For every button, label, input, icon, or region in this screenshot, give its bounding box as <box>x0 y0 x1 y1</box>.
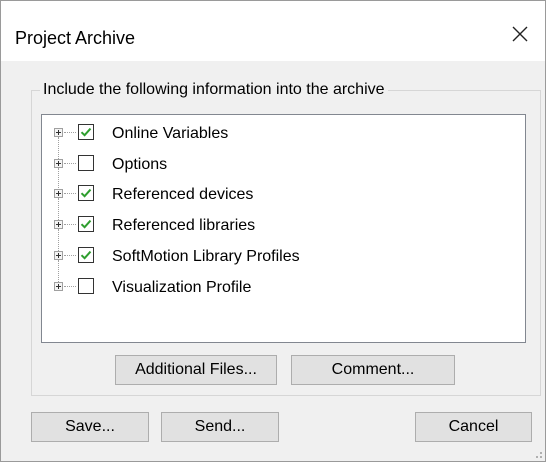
cancel-button[interactable]: Cancel <box>415 412 532 442</box>
expand-icon[interactable] <box>54 128 63 137</box>
save-button[interactable]: Save... <box>31 412 149 442</box>
archive-contents-group: Include the following information into t… <box>31 81 541 396</box>
checkbox-visualization-profile[interactable] <box>78 278 94 294</box>
tree-item-label: Online Variables <box>112 125 229 142</box>
additional-files-button[interactable]: Additional Files... <box>115 355 277 385</box>
expand-icon[interactable] <box>54 189 63 198</box>
tree-item-softmotion-library-profiles[interactable]: SoftMotion Library Profiles <box>42 244 525 286</box>
close-button[interactable] <box>497 15 545 55</box>
tree-item-label: SoftMotion Library Profiles <box>112 248 300 265</box>
tree-item-label: Referenced libraries <box>112 217 256 234</box>
check-mark-icon <box>80 127 92 137</box>
tree-connector <box>64 286 76 287</box>
check-mark-icon <box>80 188 92 198</box>
check-mark-icon <box>80 219 92 229</box>
check-mark-icon <box>80 250 92 260</box>
tree-item-label: Options <box>112 156 168 173</box>
comment-button[interactable]: Comment... <box>291 355 455 385</box>
checkbox-online-variables[interactable] <box>78 124 94 140</box>
send-button[interactable]: Send... <box>161 412 279 442</box>
checkbox-referenced-devices[interactable] <box>78 185 94 201</box>
archive-items-tree[interactable]: Online Variables Options Referenced devi… <box>41 114 526 343</box>
expand-icon[interactable] <box>54 159 63 168</box>
expand-icon[interactable] <box>54 220 63 229</box>
group-legend: Include the following information into t… <box>40 81 388 99</box>
title-bar: Project Archive <box>1 1 545 61</box>
tree-item-options[interactable]: Options <box>42 152 525 194</box>
tree-connector <box>64 132 76 133</box>
expand-icon[interactable] <box>54 251 63 260</box>
close-icon <box>512 26 528 42</box>
tree-connector <box>64 255 76 256</box>
tree-item-label: Referenced devices <box>112 186 254 203</box>
tree-item-referenced-libraries[interactable]: Referenced libraries <box>42 213 525 255</box>
tree-item-online-variables[interactable]: Online Variables <box>42 121 525 163</box>
resize-grip-icon[interactable] <box>533 449 543 459</box>
dialog-title: Project Archive <box>15 28 136 48</box>
checkbox-softmotion-library-profiles[interactable] <box>78 247 94 263</box>
tree-connector <box>64 163 76 164</box>
project-archive-dialog: Project Archive Include the following in… <box>0 0 546 462</box>
tree-item-visualization-profile[interactable]: Visualization Profile <box>42 275 525 301</box>
tree-item-label: Visualization Profile <box>112 279 252 296</box>
tree-item-referenced-devices[interactable]: Referenced devices <box>42 182 525 224</box>
tree-connector <box>64 224 76 225</box>
tree-connector <box>64 193 76 194</box>
expand-icon[interactable] <box>54 282 63 291</box>
checkbox-options[interactable] <box>78 155 94 171</box>
checkbox-referenced-libraries[interactable] <box>78 216 94 232</box>
